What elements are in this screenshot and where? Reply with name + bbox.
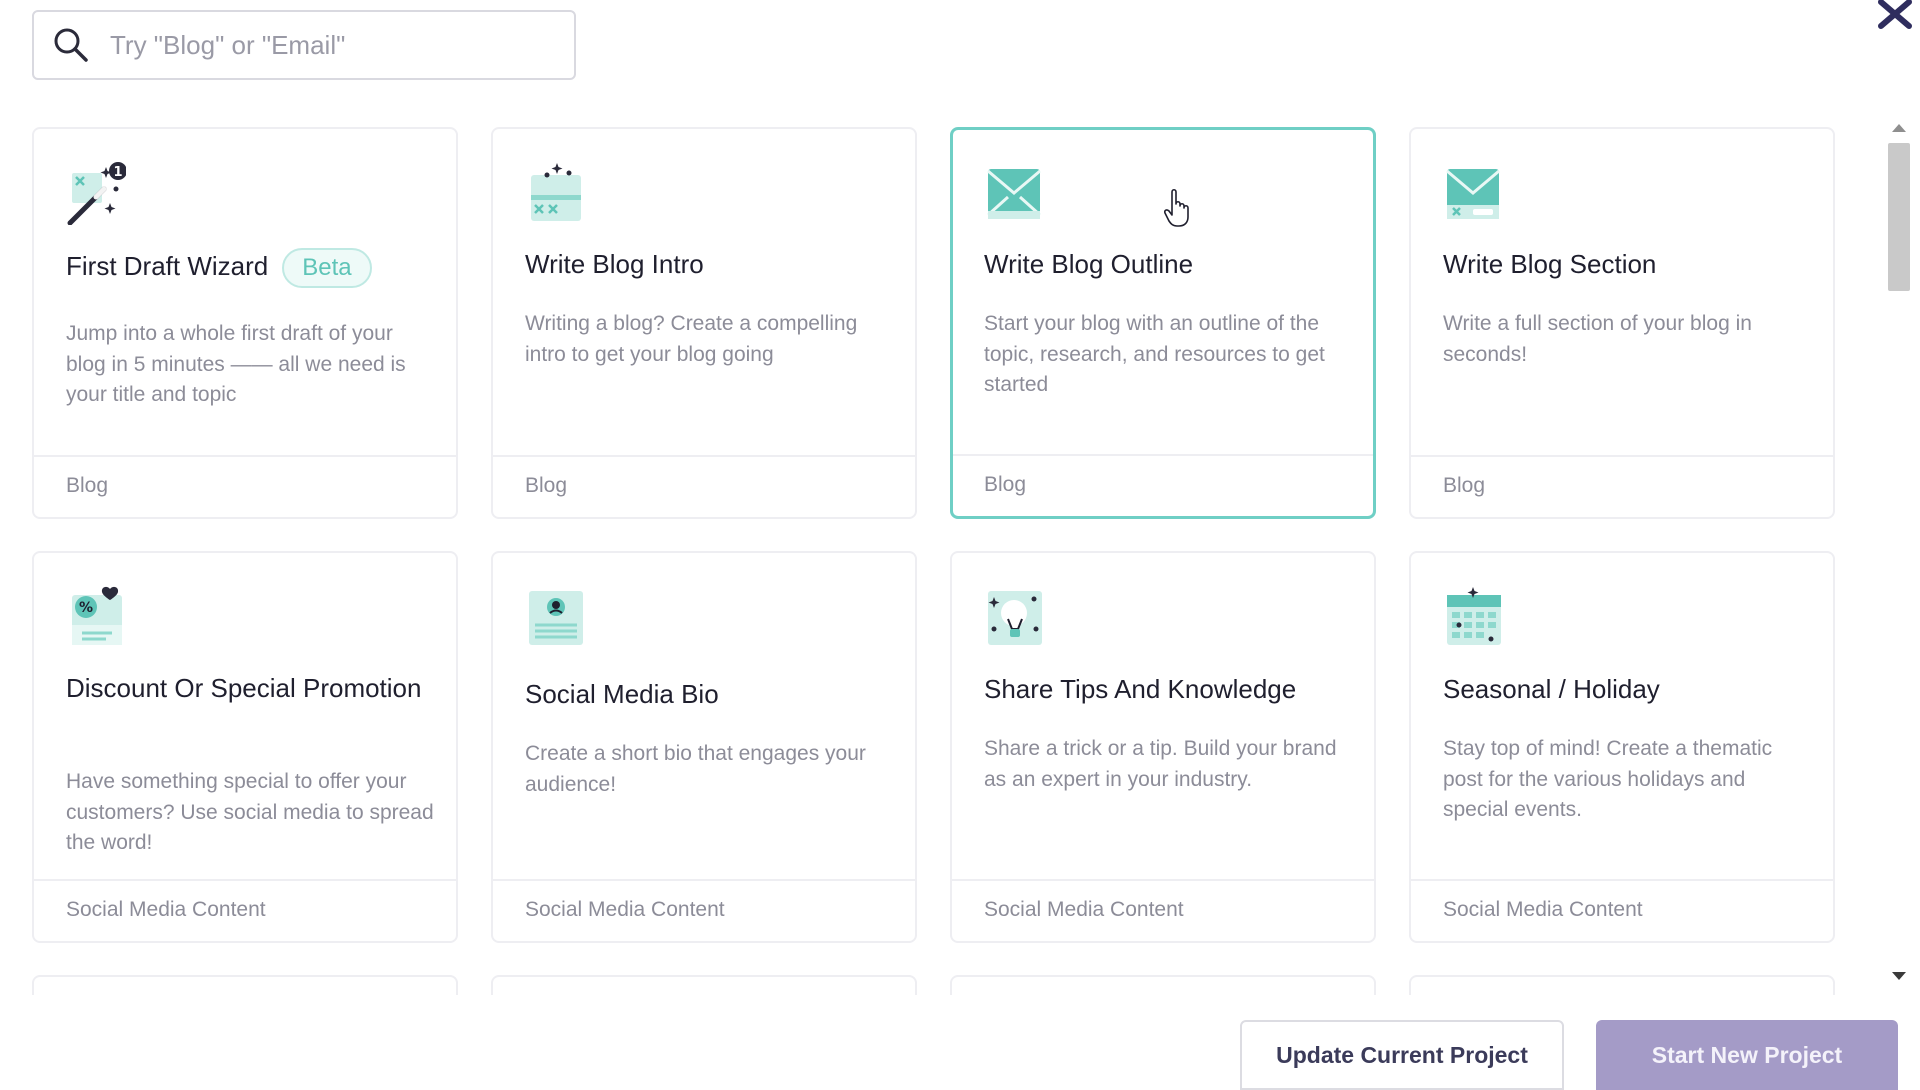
card-description: Create a short bio that engages your aud… <box>525 742 866 796</box>
template-card-seasonal-holiday[interactable]: Seasonal / Holiday Stay top of mind! Cre… <box>1409 551 1835 943</box>
profile-bio-icon <box>529 591 583 645</box>
template-card-write-blog-section[interactable]: Write Blog Section Write a full section … <box>1409 127 1835 519</box>
card-category: Social Media Content <box>493 879 915 941</box>
template-list[interactable]: 1 First Draft Wizard Beta Jump into a who… <box>0 110 1880 995</box>
template-card-first-draft-wizard[interactable]: 1 First Draft Wizard Beta Jump into a who… <box>32 127 458 519</box>
card-title: First Draft Wizard Beta <box>66 247 436 289</box>
magic-wand-icon: 1 <box>67 162 126 225</box>
card-title: Write Blog Intro <box>525 249 704 279</box>
scroll-up-arrow-icon[interactable] <box>1892 124 1906 132</box>
close-icon[interactable] <box>1876 0 1914 30</box>
template-card-partial[interactable] <box>32 975 458 995</box>
template-card-write-blog-outline[interactable]: Write Blog Outline Start your blog with … <box>950 127 1376 519</box>
hand-pointer-cursor-icon <box>1164 188 1189 227</box>
blog-section-icon <box>1446 169 1500 219</box>
template-card-partial[interactable] <box>491 975 917 995</box>
template-card-partial[interactable] <box>950 975 1376 995</box>
card-title: Write Blog Outline <box>984 249 1194 279</box>
template-card-write-blog-intro[interactable]: Write Blog Intro Writing a blog? Create … <box>491 127 917 519</box>
blog-outline-icon <box>986 169 1042 219</box>
template-card-discount-promotion[interactable]: % Discount Or Special Promotion Have som… <box>32 551 458 943</box>
template-card-share-tips[interactable]: Share Tips And Knowledge Share a trick o… <box>950 551 1376 943</box>
card-title: Social Media Bio <box>525 679 719 709</box>
search-input[interactable] <box>108 28 574 62</box>
blog-intro-icon <box>531 163 581 221</box>
calendar-icon <box>1447 587 1501 645</box>
card-title: Share Tips And Knowledge <box>984 674 1297 704</box>
card-category: Social Media Content <box>1411 879 1833 941</box>
scrollbar-thumb[interactable] <box>1888 143 1910 291</box>
template-card-social-media-bio[interactable]: Social Media Bio Create a short bio that… <box>491 551 917 943</box>
card-description: Share a trick or a tip. Build your brand… <box>984 737 1337 791</box>
card-category: Social Media Content <box>952 879 1374 941</box>
card-category: Blog <box>493 455 915 517</box>
search-icon <box>54 28 88 62</box>
card-category: Blog <box>34 455 456 517</box>
card-title: Discount Or Special Promotion <box>66 673 422 703</box>
svg-text:%: % <box>79 600 93 616</box>
svg-text:1: 1 <box>113 165 122 180</box>
card-category: Social Media Content <box>34 879 456 941</box>
beta-badge: Beta <box>282 248 372 289</box>
card-category: Blog <box>953 454 1373 516</box>
card-description: Jump into a whole first draft of your bl… <box>66 322 406 406</box>
card-description: Stay top of mind! Create a thematic post… <box>1443 737 1773 821</box>
template-card-partial[interactable] <box>1409 975 1835 995</box>
card-description: Start your blog with an outline of the t… <box>984 312 1325 396</box>
card-description: Write a full section of your blog in sec… <box>1443 312 1752 366</box>
card-title: Write Blog Section <box>1443 249 1657 279</box>
lightbulb-icon <box>988 591 1042 645</box>
card-description: Writing a blog? Create a compelling intr… <box>525 312 858 366</box>
vertical-scrollbar[interactable] <box>1880 110 1916 995</box>
scroll-down-arrow-icon[interactable] <box>1892 972 1906 980</box>
card-title: Seasonal / Holiday <box>1443 674 1660 704</box>
card-description: Have something special to offer your cus… <box>66 770 434 854</box>
search-box[interactable] <box>32 10 576 80</box>
discount-icon: % <box>72 586 122 645</box>
card-category: Blog <box>1411 455 1833 517</box>
